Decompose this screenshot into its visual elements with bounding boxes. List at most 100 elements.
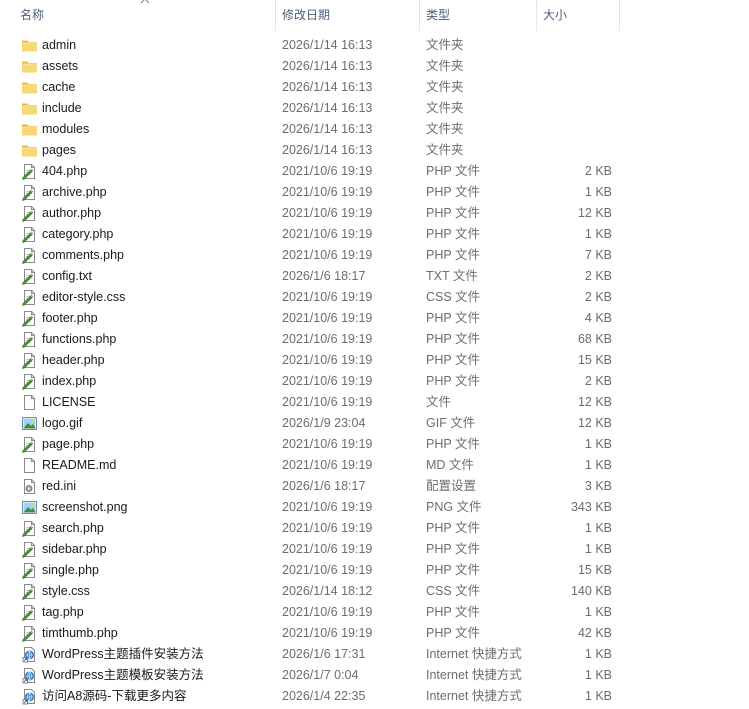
column-header-name[interactable]: 名称 xyxy=(14,0,275,31)
file-row[interactable]: LICENSE 2021/10/6 19:19 文件 12 KB xyxy=(0,392,749,413)
file-name: header.php xyxy=(42,353,105,367)
file-type: PHP 文件 xyxy=(426,374,480,388)
file-row[interactable]: WordPress主题模板安装方法 2026/1/7 0:04 Internet 快… xyxy=(0,665,749,686)
file-modified-date: 2021/10/6 19:19 xyxy=(282,227,373,241)
file-row[interactable]: README.md 2021/10/6 19:19 MD 文件 1 KB xyxy=(0,455,749,476)
file-name: sidebar.php xyxy=(42,542,107,556)
file-row[interactable]: comments.php 2021/10/6 19:19 PHP 文件 7 KB xyxy=(0,245,749,266)
folder-icon xyxy=(21,142,38,159)
file-name: category.php xyxy=(42,227,114,241)
file-modified-date: 2026/1/6 18:17 xyxy=(282,269,366,283)
file-row[interactable]: header.php 2021/10/6 19:19 PHP 文件 15 KB xyxy=(0,350,749,371)
file-modified-date: 2021/10/6 19:19 xyxy=(282,353,373,367)
file-explorer: 名称 修改日期 类型 大小 admin 2026/1/14 16:13 文件夹 ass… xyxy=(0,0,749,709)
editable-file-icon xyxy=(21,352,38,369)
file-type: PHP 文件 xyxy=(426,164,480,178)
file-row[interactable]: logo.gif 2026/1/9 23:04 GIF 文件 12 KB xyxy=(0,413,749,434)
file-name: footer.php xyxy=(42,311,98,325)
file-size: 1 KB xyxy=(584,647,612,661)
file-name: author.php xyxy=(42,206,102,220)
file-size: 2 KB xyxy=(584,164,612,178)
file-size: 2 KB xyxy=(584,269,612,283)
editable-file-icon xyxy=(21,583,38,600)
file-modified-date: 2026/1/6 18:17 xyxy=(282,479,366,493)
file-row[interactable]: admin 2026/1/14 16:13 文件夹 xyxy=(0,35,749,56)
editable-file-icon xyxy=(21,163,38,180)
file-row[interactable]: page.php 2021/10/6 19:19 PHP 文件 1 KB xyxy=(0,434,749,455)
file-row[interactable]: archive.php 2021/10/6 19:19 PHP 文件 1 KB xyxy=(0,182,749,203)
file-modified-date: 2021/10/6 19:19 xyxy=(282,206,373,220)
file-size: 3 KB xyxy=(584,479,612,493)
file-row[interactable]: cache 2026/1/14 16:13 文件夹 xyxy=(0,77,749,98)
file-modified-date: 2021/10/6 19:19 xyxy=(282,248,373,262)
file-name: page.php xyxy=(42,437,95,451)
file-row[interactable]: search.php 2021/10/6 19:19 PHP 文件 1 KB xyxy=(0,518,749,539)
file-type: PHP 文件 xyxy=(426,185,480,199)
file-modified-date: 2026/1/14 16:13 xyxy=(282,122,373,136)
column-header-size[interactable]: 大小 xyxy=(536,0,620,31)
file-row[interactable]: single.php 2021/10/6 19:19 PHP 文件 15 KB xyxy=(0,560,749,581)
file-row[interactable]: index.php 2021/10/6 19:19 PHP 文件 2 KB xyxy=(0,371,749,392)
column-header-date[interactable]: 修改日期 xyxy=(275,0,419,31)
file-size: 2 KB xyxy=(584,290,612,304)
file-size: 1 KB xyxy=(584,437,612,451)
file-size: 1 KB xyxy=(584,668,612,682)
file-modified-date: 2021/10/6 19:19 xyxy=(282,395,373,409)
file-row[interactable]: 访问A8源码-下载更多内容 2026/1/4 22:35 Internet 快捷方式… xyxy=(0,686,749,707)
file-row[interactable]: author.php 2021/10/6 19:19 PHP 文件 12 KB xyxy=(0,203,749,224)
image-file-icon xyxy=(21,499,38,516)
file-row[interactable]: timthumb.php 2021/10/6 19:19 PHP 文件 42 KB xyxy=(0,623,749,644)
file-name: assets xyxy=(42,59,79,73)
file-size: 1 KB xyxy=(584,605,612,619)
file-modified-date: 2026/1/14 16:13 xyxy=(282,101,373,115)
editable-file-icon xyxy=(21,226,38,243)
file-row[interactable]: WordPress主题插件安装方法 2026/1/6 17:31 Internet … xyxy=(0,644,749,665)
editable-file-icon xyxy=(21,436,38,453)
file-name: 404.php xyxy=(42,164,88,178)
file-row[interactable]: editor-style.css 2021/10/6 19:19 CSS 文件 2 K… xyxy=(0,287,749,308)
file-modified-date: 2021/10/6 19:19 xyxy=(282,626,373,640)
file-size: 4 KB xyxy=(584,311,612,325)
file-type: GIF 文件 xyxy=(426,416,476,430)
file-row[interactable]: 404.php 2021/10/6 19:19 PHP 文件 2 KB xyxy=(0,161,749,182)
file-size: 1 KB xyxy=(584,227,612,241)
file-row[interactable]: pages 2026/1/14 16:13 文件夹 xyxy=(0,140,749,161)
internet-shortcut-icon xyxy=(21,688,38,705)
file-row[interactable]: footer.php 2021/10/6 19:19 PHP 文件 4 KB xyxy=(0,308,749,329)
file-row[interactable]: include 2026/1/14 16:13 文件夹 xyxy=(0,98,749,119)
file-type: 配置设置 xyxy=(426,479,477,493)
file-row[interactable]: screenshot.png 2021/10/6 19:19 PNG 文件 343 K… xyxy=(0,497,749,518)
file-size: 7 KB xyxy=(584,248,612,262)
file-type: Internet 快捷方式 xyxy=(426,689,522,703)
internet-shortcut-icon xyxy=(21,667,38,684)
file-row[interactable]: tag.php 2021/10/6 19:19 PHP 文件 1 KB xyxy=(0,602,749,623)
file-type: 文件 xyxy=(426,395,452,409)
file-row[interactable]: config.txt 2026/1/6 18:17 TXT 文件 2 KB xyxy=(0,266,749,287)
file-type: 文件夹 xyxy=(426,122,464,136)
file-row[interactable]: modules 2026/1/14 16:13 文件夹 xyxy=(0,119,749,140)
file-row[interactable]: style.css 2026/1/14 18:12 CSS 文件 140 KB xyxy=(0,581,749,602)
file-type: 文件夹 xyxy=(426,101,464,115)
file-row[interactable]: functions.php 2021/10/6 19:19 PHP 文件 68 KB xyxy=(0,329,749,350)
file-type: 文件夹 xyxy=(426,143,464,157)
column-header-type[interactable]: 类型 xyxy=(419,0,536,31)
file-type: PHP 文件 xyxy=(426,206,480,220)
file-size: 2 KB xyxy=(584,374,612,388)
file-modified-date: 2021/10/6 19:19 xyxy=(282,164,373,178)
editable-file-icon xyxy=(21,541,38,558)
file-row[interactable]: sidebar.php 2021/10/6 19:19 PHP 文件 1 KB xyxy=(0,539,749,560)
file-row[interactable]: red.ini 2026/1/6 18:17 配置设置 3 KB xyxy=(0,476,749,497)
file-name: 访问A8源码-下载更多内容 xyxy=(42,689,187,703)
file-modified-date: 2026/1/14 16:13 xyxy=(282,38,373,52)
file-size: 68 KB xyxy=(577,332,612,346)
file-row[interactable]: assets 2026/1/14 16:13 文件夹 xyxy=(0,56,749,77)
file-name: comments.php xyxy=(42,248,124,262)
file-type: CSS 文件 xyxy=(426,290,481,304)
file-name: pages xyxy=(42,143,77,157)
column-header-bar: 名称 修改日期 类型 大小 xyxy=(0,0,620,31)
file-name: config.txt xyxy=(42,269,93,283)
editable-file-icon xyxy=(21,268,38,285)
blank-file-icon xyxy=(21,394,38,411)
file-modified-date: 2026/1/14 18:12 xyxy=(282,584,373,598)
file-row[interactable]: category.php 2021/10/6 19:19 PHP 文件 1 KB xyxy=(0,224,749,245)
